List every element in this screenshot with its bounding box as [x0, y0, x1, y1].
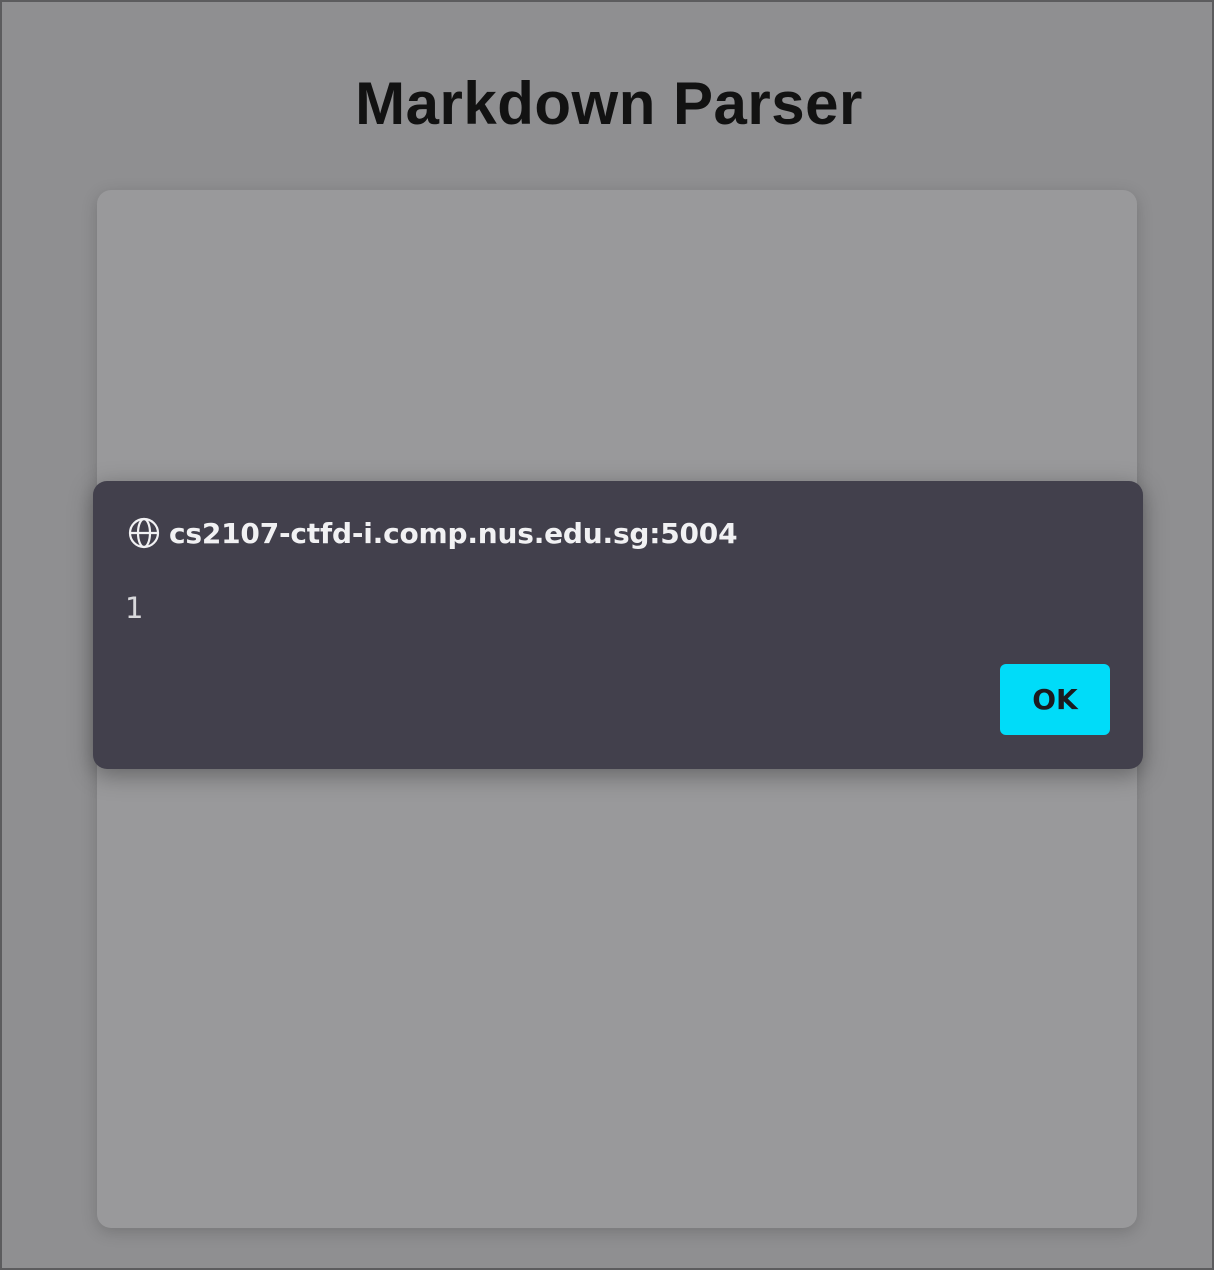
page-title: Markdown Parser [355, 70, 863, 137]
dialog-message: 1 [125, 591, 144, 625]
globe-icon [127, 516, 161, 550]
alert-dialog: cs2107-ctfd-i.comp.nus.edu.sg:5004 1 OK [93, 481, 1143, 769]
page-background: Markdown Parser cs2107-ctfd-i.comp.nus.e… [0, 0, 1214, 1270]
dialog-header: cs2107-ctfd-i.comp.nus.edu.sg:5004 [127, 515, 738, 551]
ok-button[interactable]: OK [1000, 664, 1110, 735]
dialog-origin: cs2107-ctfd-i.comp.nus.edu.sg:5004 [169, 516, 738, 550]
